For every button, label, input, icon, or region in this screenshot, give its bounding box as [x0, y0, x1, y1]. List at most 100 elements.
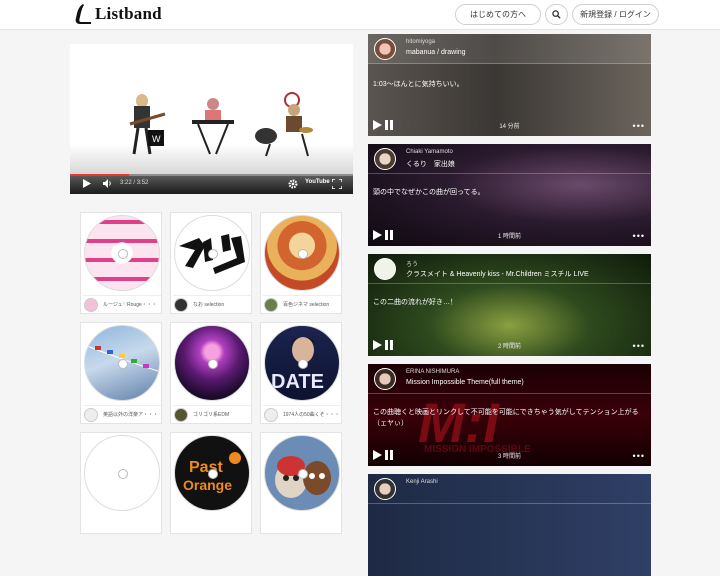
post-message: 1:03〜ほんとに気持ちいい。 [373, 81, 464, 88]
disc-hole [298, 359, 308, 369]
svg-text:DATE: DATE [271, 371, 324, 393]
playlist-cover [84, 325, 160, 401]
first-time-button[interactable]: はじめての方へ [455, 4, 541, 25]
playlist-card[interactable]: Past Orange [170, 432, 252, 534]
site-header: Listband はじめての方へ 新規登録 / ログイン [0, 0, 720, 30]
volume-icon[interactable] [103, 179, 112, 188]
playlist-card[interactable]: 百色ジネマ selection [260, 212, 342, 314]
video-progress-bar[interactable] [70, 174, 353, 176]
playlist-card[interactable] [80, 432, 162, 534]
post-header: ERINA NISHIMURA Mission Impossible Theme… [368, 364, 651, 394]
feed-post[interactable]: ろう クラスメイト & Heavenly kiss - Mr.Children … [368, 254, 651, 356]
post-song-title[interactable]: Mission Impossible Theme(full theme) [406, 379, 524, 386]
playlist-caption: 百色ジネマ selection [283, 302, 330, 308]
user-avatar[interactable] [374, 368, 396, 390]
playlist-meta: 英語以外の洋楽ア・・・ [83, 405, 161, 423]
playlist-cover: Past Orange [174, 435, 250, 511]
post-song-title[interactable]: くるり 家出娘 [406, 159, 455, 169]
post-username[interactable]: ろう [406, 259, 418, 268]
avatar [264, 407, 278, 422]
post-header: ろう クラスメイト & Heavenly kiss - Mr.Children … [368, 254, 651, 284]
avatar [174, 297, 188, 312]
logo-text: Listband [95, 4, 162, 23]
playlist-caption: なお selection [193, 302, 225, 308]
svg-text:Orange: Orange [183, 477, 232, 493]
video-current-time: 3:22 [120, 180, 132, 186]
settings-gear-icon[interactable] [288, 179, 298, 189]
post-time: 1 時間前 [497, 234, 521, 240]
playlist-card[interactable] [260, 432, 342, 534]
video-frame-illustration: W [129, 92, 313, 157]
video-player[interactable]: W 3:22 / 3:52 YouTube [70, 44, 353, 194]
post-header: hitomiyoga mabanua / drawing [368, 34, 651, 64]
post-message: この曲聴くと映画とリンクして不可能を可能にできちゃう気がしてテンション上がる（ェ… [373, 409, 639, 427]
user-avatar[interactable] [374, 38, 396, 60]
avatar [84, 407, 98, 422]
post-message: この二曲の流れが好き…！ [373, 299, 457, 306]
video-progress-fill [70, 174, 130, 176]
playlist-caption: ルージュ♡Rouge・・・ [103, 302, 157, 308]
avatar [264, 297, 278, 312]
post-username[interactable]: Chiaki Yamamoto [406, 149, 453, 155]
playlist-card[interactable]: ゴリゴリ系EDM [170, 322, 252, 424]
feed-post[interactable]: Chiaki Yamamoto くるり 家出娘 頭の中でなぜかこの曲が回ってる。… [368, 144, 651, 246]
playlist-caption: 英語以外の洋楽ア・・・ [103, 412, 159, 418]
fullscreen-icon[interactable] [332, 179, 342, 189]
playlist-cover [84, 215, 160, 291]
playlist-meta: ルージュ♡Rouge・・・ [83, 295, 161, 313]
playlist-caption: ゴリゴリ系EDM [193, 412, 230, 418]
playlist-card[interactable]: ルージュ♡Rouge・・・ [80, 212, 162, 314]
video-time: 3:22 / 3:52 [120, 180, 149, 186]
post-time: 3 時間前 [497, 454, 521, 460]
post-header: Kenji Arashi [368, 474, 651, 504]
youtube-logo[interactable]: YouTube [305, 179, 330, 185]
playlist-card[interactable]: なお selection [170, 212, 252, 314]
disc-hole [298, 469, 308, 479]
svg-text:Past: Past [189, 459, 223, 476]
disc-hole [118, 469, 128, 479]
more-options-icon[interactable]: ••• [633, 342, 645, 351]
user-avatar[interactable] [374, 478, 396, 500]
playlist-meta: ゴリゴリ系EDM [173, 405, 251, 423]
post-time: 2 時間前 [497, 344, 521, 350]
disc-hole [208, 249, 218, 259]
search-button[interactable] [545, 4, 568, 25]
avatar [174, 407, 188, 422]
playlist-meta: なお selection [173, 295, 251, 313]
logo-mark-icon [75, 4, 91, 24]
post-song-title[interactable]: クラスメイト & Heavenly kiss - Mr.Children ミスチ… [406, 269, 589, 279]
playlist-cover [174, 325, 250, 401]
video-controls: 3:22 / 3:52 YouTube [70, 174, 353, 194]
user-avatar[interactable] [374, 258, 396, 280]
youtube-label: YouTube [305, 179, 330, 185]
post-song-title[interactable]: mabanua / drawing [406, 49, 466, 56]
play-icon[interactable] [83, 179, 91, 188]
playlist-card[interactable]: DATE 1974人の50曲くそ・・・ [260, 322, 342, 424]
more-options-icon[interactable]: ••• [633, 452, 645, 461]
post-username[interactable]: ERINA NISHIMURA [406, 369, 459, 375]
signup-login-button[interactable]: 新規登録 / ログイン [572, 4, 659, 25]
listband-logo[interactable]: Listband [74, 2, 162, 26]
playlist-cover: DATE [264, 325, 340, 401]
feed-post[interactable]: hitomiyoga mabanua / drawing 1:03〜ほんとに気持… [368, 34, 651, 136]
user-avatar[interactable] [374, 148, 396, 170]
more-options-icon[interactable]: ••• [633, 122, 645, 131]
post-username[interactable]: hitomiyoga [406, 39, 435, 45]
video-duration: 3:52 [136, 180, 149, 186]
post-header: Chiaki Yamamoto くるり 家出娘 [368, 144, 651, 174]
disc-hole [208, 469, 218, 479]
feed-post[interactable]: M:I MISSION IMPOSSIBLE ERINA NISHIMURA M… [368, 364, 651, 466]
svg-text:W: W [152, 134, 161, 144]
playlist-card[interactable]: 英語以外の洋楽ア・・・ [80, 322, 162, 424]
playlist-meta: 1974人の50曲くそ・・・ [263, 405, 341, 423]
post-username[interactable]: Kenji Arashi [406, 479, 438, 485]
playlist-cover [264, 435, 340, 511]
playlist-meta: 百色ジネマ selection [263, 295, 341, 313]
post-time: 14 分前 [499, 124, 520, 130]
search-icon [552, 10, 561, 19]
more-options-icon[interactable]: ••• [633, 232, 645, 241]
disc-hole [298, 249, 308, 259]
disc-hole [118, 249, 128, 259]
feed-post[interactable]: Kenji Arashi [368, 474, 651, 576]
playlist-cover [264, 215, 340, 291]
